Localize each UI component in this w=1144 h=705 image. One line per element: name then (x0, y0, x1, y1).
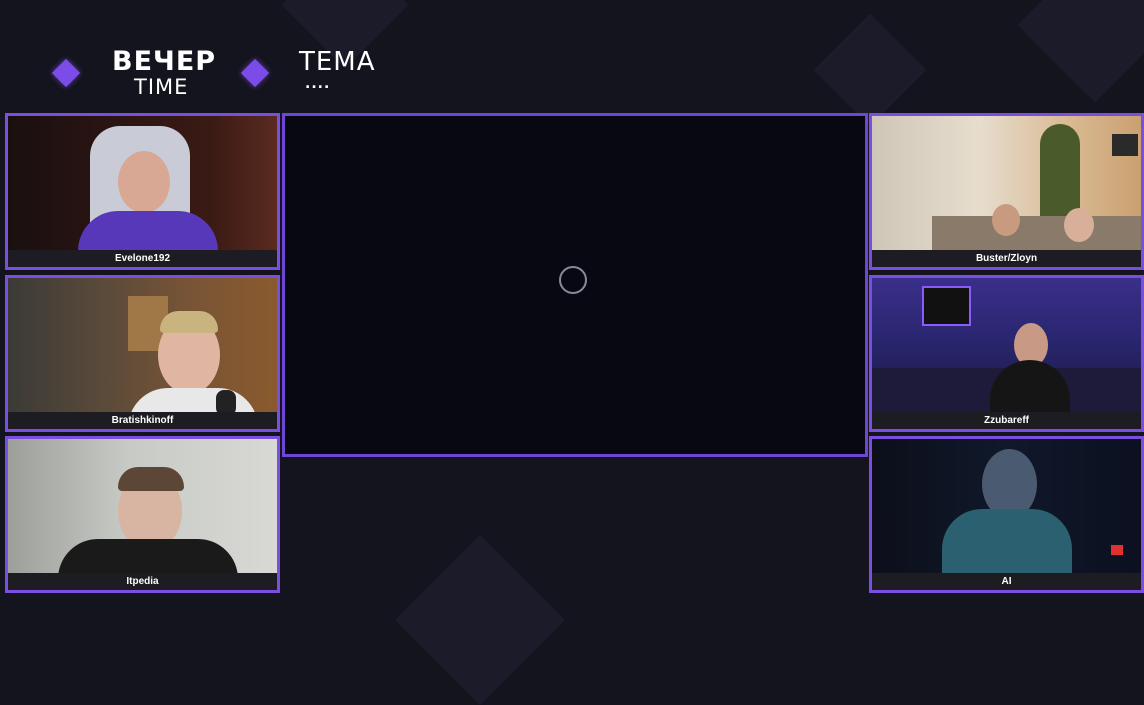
topic-value: .... (305, 76, 331, 92)
video-feed (8, 116, 277, 250)
participant-name: Itpedia (8, 573, 277, 590)
couch (932, 216, 1141, 250)
video-feed (872, 116, 1141, 250)
participant-tile-bratishkinoff[interactable]: Bratishkinoff (5, 275, 280, 432)
participant-name: Bratishkinoff (8, 412, 277, 429)
logo-subtitle: TIME (134, 75, 189, 99)
plant (1040, 124, 1080, 219)
participant-tile-zzubareff[interactable]: Zzubareff (869, 275, 1144, 432)
participant-tile-buster-zloyn[interactable]: Buster/Zloyn (869, 113, 1144, 270)
background-shape (813, 13, 927, 127)
participant-tile-evelone192[interactable]: Evelone192 (5, 113, 280, 270)
video-feed (872, 278, 1141, 412)
person-body (58, 539, 238, 573)
logo-title: ВЕЧЕР (112, 46, 217, 77)
person-hair (160, 311, 218, 333)
person-body (78, 211, 218, 250)
background-shape (395, 535, 565, 705)
participant-name: Zzubareff (872, 412, 1141, 429)
microphone (216, 390, 236, 412)
participant-name: AI (872, 573, 1141, 590)
topic-diamond-icon (240, 58, 270, 88)
video-feed (8, 278, 277, 412)
topic-title: ТЕМА (299, 47, 376, 77)
tv-screen (922, 286, 971, 326)
person-body (942, 509, 1072, 573)
participant-name: Buster/Zloyn (872, 250, 1141, 267)
logo-diamond-icon (51, 58, 81, 88)
participant-tile-ai[interactable]: AI (869, 436, 1144, 593)
lamp (1112, 134, 1138, 156)
person-hair (118, 467, 184, 491)
loading-spinner-icon (559, 266, 587, 294)
participant-name: Evelone192 (8, 250, 277, 267)
participant-tile-itpedia[interactable]: Itpedia (5, 436, 280, 593)
person-head (1064, 208, 1094, 242)
video-feed (872, 439, 1141, 573)
person-head (992, 204, 1020, 236)
person-body (128, 388, 258, 412)
main-stage[interactable] (282, 113, 868, 457)
background-shape (1017, 0, 1144, 103)
record-indicator-icon (1111, 545, 1123, 555)
person-head (118, 151, 170, 213)
video-feed (8, 439, 277, 573)
